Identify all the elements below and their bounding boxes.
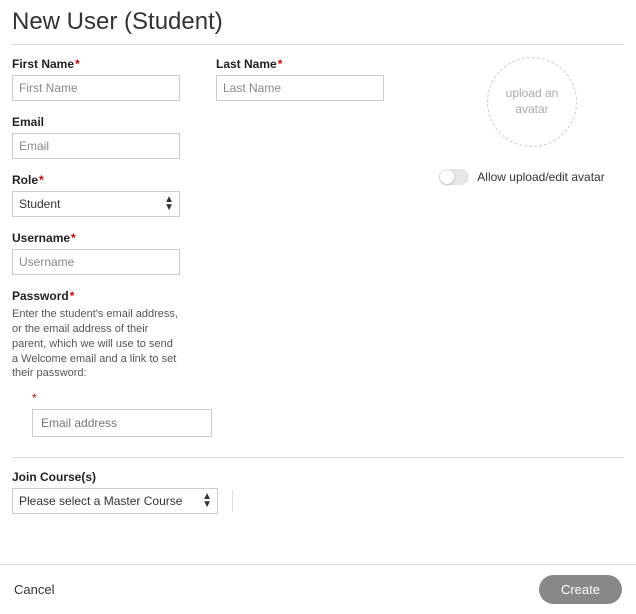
- divider: [232, 490, 233, 512]
- allow-avatar-label: Allow upload/edit avatar: [477, 170, 604, 184]
- footer-bar: Cancel Create: [0, 564, 636, 614]
- toggle-knob: [440, 170, 454, 184]
- create-button[interactable]: Create: [539, 575, 622, 604]
- page-title: New User (Student): [12, 8, 624, 36]
- required-mark: *: [71, 231, 76, 245]
- email-label: Email: [12, 115, 180, 129]
- email-input[interactable]: [12, 133, 180, 159]
- allow-avatar-toggle[interactable]: [439, 169, 469, 185]
- required-mark: *: [278, 57, 283, 71]
- username-label: Username*: [12, 231, 180, 245]
- required-mark: *: [75, 57, 80, 71]
- avatar-upload-zone[interactable]: upload an avatar: [487, 57, 577, 147]
- last-name-input[interactable]: [216, 75, 384, 101]
- first-name-input[interactable]: [12, 75, 180, 101]
- required-mark: *: [70, 289, 75, 303]
- avatar-placeholder-text: upload an avatar: [488, 86, 576, 117]
- required-mark: *: [32, 391, 180, 405]
- cancel-button[interactable]: Cancel: [14, 582, 54, 597]
- divider: [12, 457, 624, 458]
- last-name-label: Last Name*: [216, 57, 384, 71]
- role-label: Role*: [12, 173, 180, 187]
- role-select[interactable]: Student: [12, 191, 180, 217]
- password-label: Password*: [12, 289, 180, 303]
- divider: [12, 44, 624, 45]
- required-mark: *: [39, 173, 44, 187]
- password-email-input[interactable]: [32, 409, 212, 437]
- first-name-label: First Name*: [12, 57, 180, 71]
- username-input[interactable]: [12, 249, 180, 275]
- password-helper-text: Enter the student's email address, or th…: [12, 307, 180, 381]
- join-course-select[interactable]: Please select a Master Course: [12, 488, 218, 514]
- join-courses-label: Join Course(s): [12, 470, 624, 484]
